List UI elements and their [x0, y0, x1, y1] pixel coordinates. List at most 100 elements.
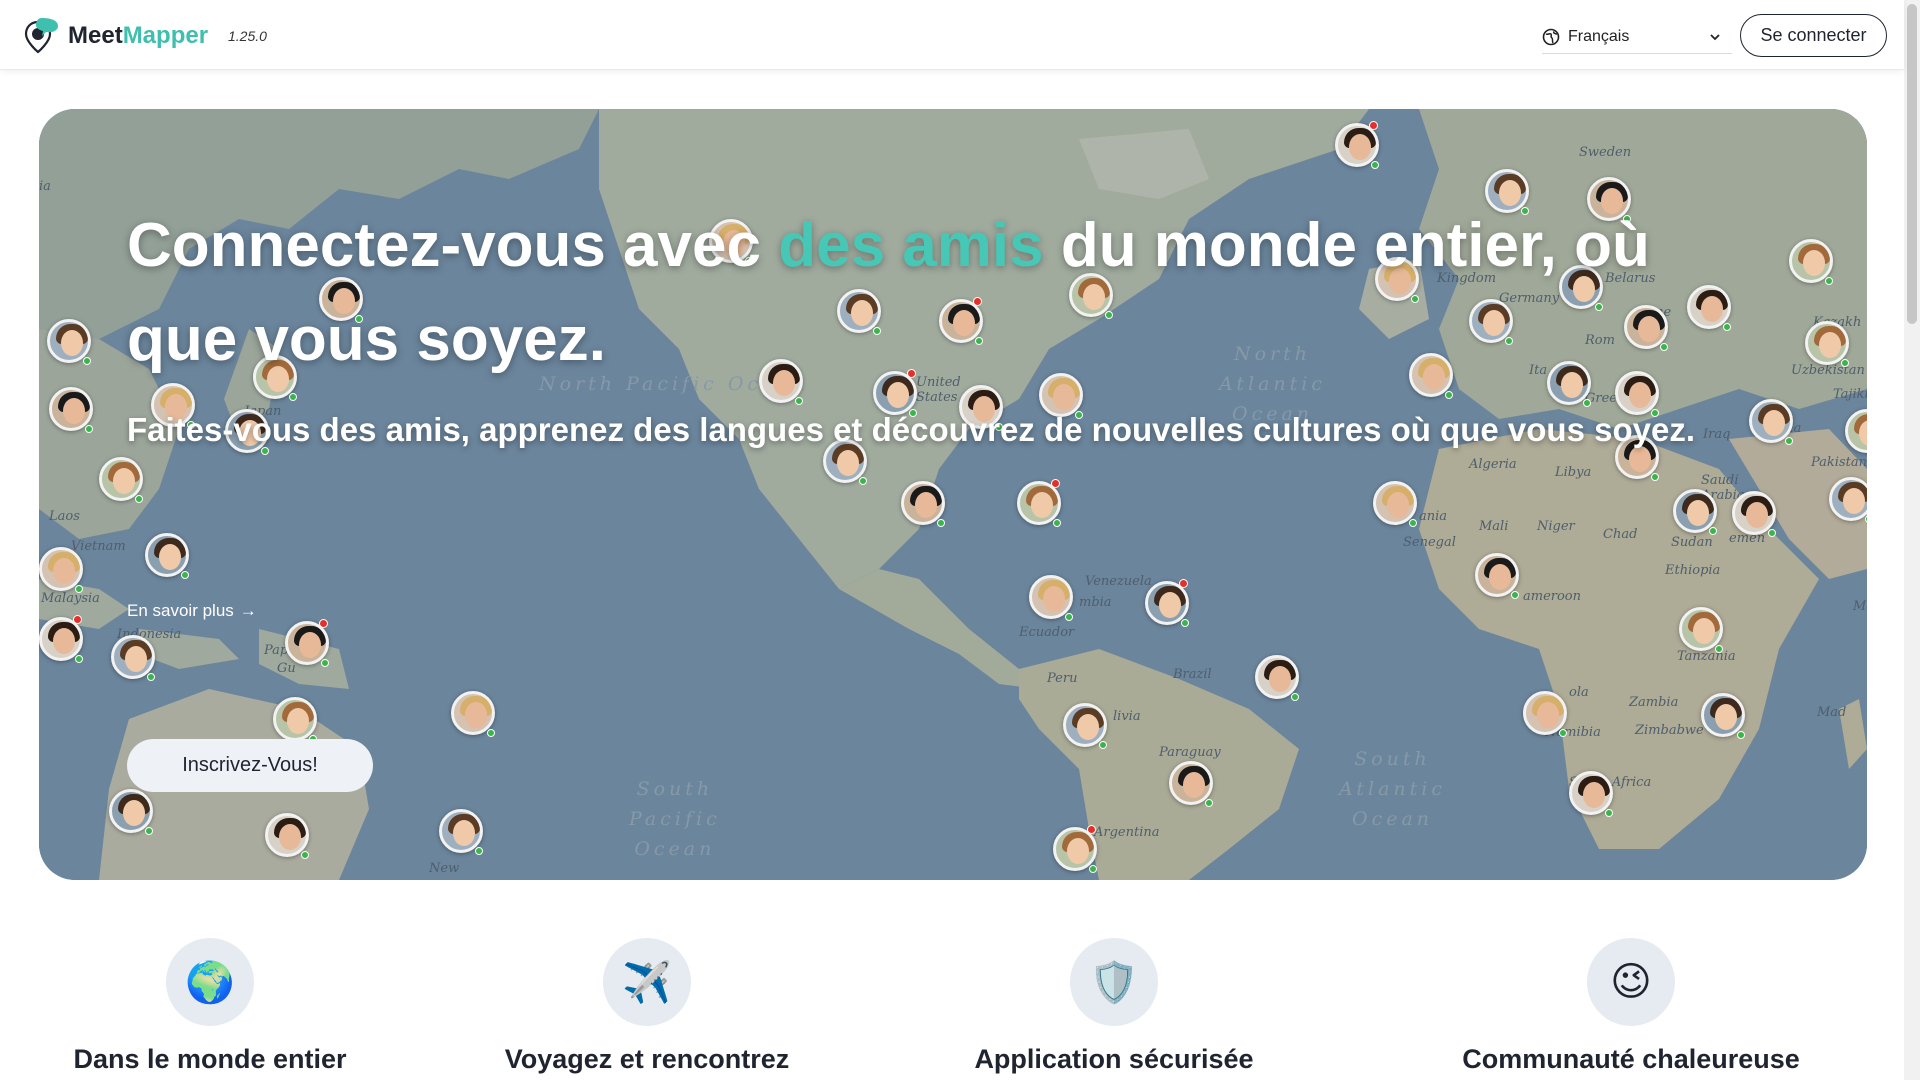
- avatar-face: [1489, 564, 1511, 590]
- online-status-dot: [1181, 619, 1189, 627]
- avatar-face: [1693, 618, 1715, 644]
- map-label-madagascar: Mad: [1817, 705, 1847, 720]
- online-status-dot: [1559, 729, 1567, 737]
- map-label-malaysia: Malaysia: [41, 591, 100, 606]
- online-status-dot: [1651, 473, 1659, 481]
- online-status-dot: [1291, 693, 1299, 701]
- avatar-face: [1269, 666, 1291, 692]
- online-status-dot: [1841, 359, 1849, 367]
- notification-dot: [1179, 579, 1188, 588]
- map-label-south-pacific-line2: Pacific: [629, 808, 721, 830]
- avatar-face: [159, 544, 181, 570]
- user-avatar-marker[interactable]: [1829, 477, 1867, 521]
- app-version: 1.25.0: [228, 28, 267, 44]
- airplane-icon: ✈️: [603, 938, 691, 1026]
- avatar-face: [465, 702, 487, 728]
- avatar-face: [1159, 592, 1181, 618]
- avatar-face: [1387, 492, 1409, 518]
- language-selected-value: Français: [1568, 27, 1630, 45]
- hero-title-accent: des amis: [778, 211, 1044, 280]
- map-label-brazil: Brazil: [1173, 667, 1212, 682]
- online-status-dot: [1409, 519, 1417, 527]
- chevron-down-icon: [1710, 33, 1720, 40]
- avatar-face: [1843, 488, 1865, 514]
- signup-button[interactable]: Inscrivez-Vous!: [127, 739, 373, 792]
- learn-more-link[interactable]: En savoir plus →: [127, 601, 257, 621]
- avatar-face: [915, 492, 937, 518]
- map-label-senegal: Senegal: [1403, 535, 1456, 550]
- map-label-saudi-arabia-line1: Saudi: [1701, 473, 1739, 488]
- online-status-dot: [1511, 591, 1519, 599]
- globe-emoji-icon: 🌍: [166, 938, 254, 1026]
- globe-icon: [1542, 28, 1560, 45]
- online-status-dot: [289, 393, 297, 401]
- logo[interactable]: [22, 16, 62, 56]
- map-label-venezuela: Venezuela: [1085, 574, 1152, 589]
- feature-community: 😉 Communauté chaleureuse: [1421, 938, 1841, 1075]
- avatar-face: [1067, 838, 1089, 864]
- online-status-dot: [1715, 645, 1723, 653]
- map-label-tanzania: Tanzania: [1677, 649, 1736, 664]
- notification-dot: [319, 619, 328, 628]
- notification-dot: [1087, 825, 1096, 834]
- scrollbar-thumb[interactable]: [1907, 4, 1917, 324]
- avatar-face: [1687, 500, 1709, 526]
- online-status-dot: [475, 847, 483, 855]
- online-status-dot: [1445, 391, 1453, 399]
- avatar-face: [1077, 714, 1099, 740]
- avatar-face: [1715, 704, 1737, 730]
- avatar-face: [299, 632, 321, 658]
- online-status-dot: [1785, 437, 1793, 445]
- map-label-colombia: mbia: [1079, 595, 1112, 610]
- avatar-face: [125, 646, 147, 672]
- map-label-algeria: Algeria: [1469, 457, 1517, 472]
- map-label-south-pacific: South Pacific Ocean: [629, 774, 721, 864]
- avatar-face: [287, 708, 309, 734]
- feature-title: Dans le monde entier: [73, 1044, 347, 1074]
- shield-icon: 🛡️: [1070, 938, 1158, 1026]
- wink-emoji-icon: 😉: [1587, 938, 1675, 1026]
- avatar-face: [53, 628, 75, 654]
- map-label-mali: Mali: [1479, 519, 1509, 534]
- avatar-face: [53, 558, 75, 584]
- online-status-dot: [321, 659, 329, 667]
- map-label-laos: Laos: [49, 509, 80, 524]
- online-status-dot: [75, 585, 83, 593]
- avatar-face: [279, 824, 301, 850]
- avatar-face: [1349, 134, 1371, 160]
- language-select[interactable]: Français: [1542, 20, 1732, 54]
- avatar-face: [1819, 332, 1841, 358]
- map-label-mauritania: ania: [1419, 509, 1448, 524]
- avatar-face: [123, 800, 145, 826]
- map-label-paraguay: Paraguay: [1159, 745, 1221, 760]
- online-status-dot: [1205, 799, 1213, 807]
- feature-secure: 🛡️ Application sécurisée: [904, 938, 1324, 1075]
- map-label-south-atlantic: South Atlantic Ocean: [1339, 744, 1446, 834]
- map-label-zambia: Zambia: [1629, 695, 1679, 710]
- map-label-south-pacific-line3: Ocean: [634, 838, 716, 860]
- online-status-dot: [1737, 731, 1745, 739]
- map-label-libya: Libya: [1555, 465, 1592, 480]
- online-status-dot: [1709, 527, 1717, 535]
- brand-name[interactable]: MeetMapper: [68, 22, 208, 50]
- online-status-dot: [83, 357, 91, 365]
- map-label-sudan: Sudan: [1671, 535, 1713, 550]
- logo-pin-icon: [24, 18, 58, 54]
- brand-name-part1: Meet: [68, 22, 123, 49]
- map-label-cameroon: ameroon: [1523, 589, 1582, 604]
- map-label-ecuador: Ecuador: [1019, 625, 1075, 640]
- online-status-dot: [1099, 741, 1107, 749]
- online-status-dot: [1053, 519, 1061, 527]
- online-status-dot: [301, 851, 309, 859]
- map-label-argentina: Argentina: [1094, 825, 1160, 840]
- map-label-united-states-line2: States: [916, 390, 958, 405]
- avatar-face: [1043, 586, 1065, 612]
- scrollbar[interactable]: [1904, 0, 1920, 1080]
- online-status-dot: [147, 673, 155, 681]
- login-button[interactable]: Se connecter: [1740, 14, 1887, 57]
- avatar-face: [1763, 410, 1785, 436]
- online-status-dot: [75, 655, 83, 663]
- map-label-bolivia: livia: [1113, 709, 1141, 724]
- map-label-south-pacific-line1: South: [636, 778, 714, 800]
- map-label-chad: Chad: [1603, 527, 1638, 542]
